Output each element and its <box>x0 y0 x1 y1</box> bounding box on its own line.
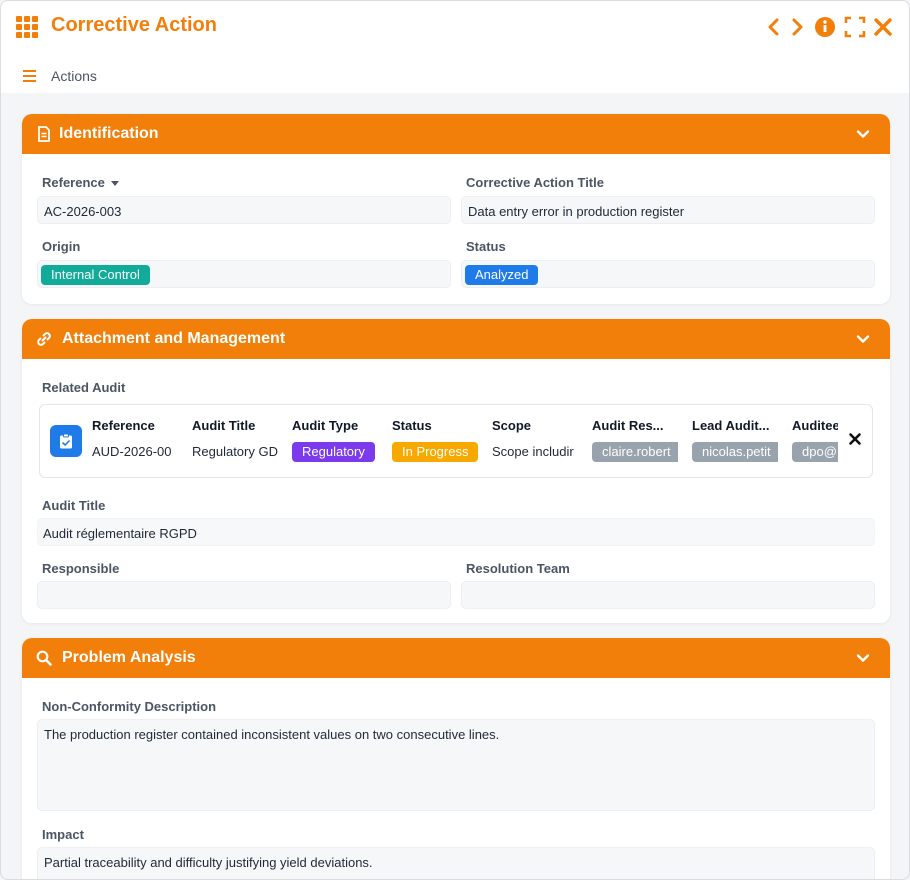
audit-col-type: Audit Type Regulatory <box>292 418 378 462</box>
fullscreen-icon[interactable] <box>844 15 866 39</box>
audit-status-badge: In Progress <box>392 442 478 462</box>
chevron-down-icon[interactable] <box>856 127 870 141</box>
column-value: AUD-2026-00 <box>92 444 172 459</box>
responsible-label: Responsible <box>42 561 120 576</box>
column-header: Scope <box>492 418 532 433</box>
identification-panel: Identification Reference AC-2026-003 Cor… <box>22 114 890 304</box>
chevron-down-icon[interactable] <box>856 332 870 346</box>
attachment-header[interactable]: Attachment and Management <box>22 319 890 359</box>
action-title-label: Corrective Action Title <box>466 175 604 190</box>
audit-col-title: Audit Title Regulatory GD <box>192 418 278 464</box>
audit-col-responsible: Audit Res... claire.robert <box>592 418 678 462</box>
chevron-right-icon[interactable] <box>786 15 808 39</box>
audit-col-auditee: Auditee dpo@ <box>792 418 838 462</box>
status-field[interactable]: Analyzed <box>461 260 875 288</box>
column-value: Scope includir <box>492 444 574 459</box>
attachment-panel: Attachment and Management Related Audit … <box>22 319 890 623</box>
audit-title-label: Audit Title <box>42 498 106 513</box>
impact-textarea[interactable]: Partial traceability and difficulty just… <box>37 847 875 879</box>
audit-type-badge: Regulatory <box>292 442 375 462</box>
audit-col-status: Status In Progress <box>392 418 478 462</box>
audit-title-field: Audit réglementaire RGPD <box>37 518 875 546</box>
impact-label: Impact <box>42 827 84 842</box>
user-chip: nicolas.petit <box>692 442 778 462</box>
origin-tag: Internal Control <box>41 265 150 285</box>
related-audit-label: Related Audit <box>42 380 126 395</box>
link-icon <box>37 332 51 346</box>
clipboard-check-icon <box>50 425 82 457</box>
column-header: Status <box>392 418 432 433</box>
close-icon[interactable] <box>848 432 862 446</box>
close-icon[interactable] <box>872 15 894 39</box>
column-header: Lead Audit... <box>692 418 770 433</box>
nc-description-label: Non-Conformity Description <box>42 699 217 714</box>
origin-label: Origin <box>42 239 81 254</box>
problem-analysis-header[interactable]: Problem Analysis <box>22 638 890 678</box>
column-header: Audit Res... <box>592 418 664 433</box>
audit-col-scope: Scope Scope includir <box>492 418 578 464</box>
section-title: Identification <box>59 125 159 142</box>
nc-description-textarea[interactable]: The production register contained incons… <box>37 719 875 811</box>
actions-toolbar: Actions <box>1 53 909 93</box>
info-icon[interactable] <box>814 15 836 39</box>
apps-grid-icon[interactable] <box>16 16 40 38</box>
search-icon <box>36 650 52 666</box>
user-chip: claire.robert <box>592 442 678 462</box>
actions-menu[interactable]: Actions <box>51 68 97 84</box>
column-header: Reference <box>92 418 155 433</box>
document-icon <box>38 126 50 142</box>
reference-field[interactable]: AC-2026-003 <box>37 196 451 224</box>
section-title: Problem Analysis <box>62 649 196 666</box>
caret-down-icon[interactable] <box>110 181 119 187</box>
problem-analysis-panel: Problem Analysis Non-Conformity Descript… <box>22 638 890 879</box>
user-chip: dpo@ <box>792 442 838 462</box>
corrective-action-window: Corrective Action Actions Identification <box>0 0 910 880</box>
action-title-field[interactable]: Data entry error in production register <box>461 196 875 224</box>
audit-col-lead-auditor: Lead Audit... nicolas.petit <box>692 418 778 462</box>
audit-col-reference: Reference AUD-2026-00 <box>92 418 178 464</box>
column-header: Auditee <box>792 418 838 433</box>
section-title: Attachment and Management <box>62 330 286 347</box>
window-title: Corrective Action <box>51 14 217 36</box>
origin-field[interactable]: Internal Control <box>37 260 451 288</box>
reference-label[interactable]: Reference <box>42 175 119 190</box>
responsible-field[interactable] <box>37 581 451 609</box>
identification-header[interactable]: Identification <box>22 114 890 154</box>
chevron-left-icon[interactable] <box>763 15 785 39</box>
column-header: Audit Title <box>192 418 256 433</box>
column-header: Audit Type <box>292 418 359 433</box>
hamburger-icon[interactable] <box>23 70 36 82</box>
column-value: Regulatory GD <box>192 444 278 459</box>
title-bar: Corrective Action <box>1 1 909 53</box>
resolution-team-field[interactable] <box>461 581 875 609</box>
chevron-down-icon[interactable] <box>856 651 870 665</box>
status-label: Status <box>466 239 506 254</box>
related-audit-card[interactable]: Reference AUD-2026-00 Audit Title Regula… <box>39 404 873 478</box>
resolution-team-label: Resolution Team <box>466 561 570 576</box>
status-badge: Analyzed <box>465 265 539 285</box>
